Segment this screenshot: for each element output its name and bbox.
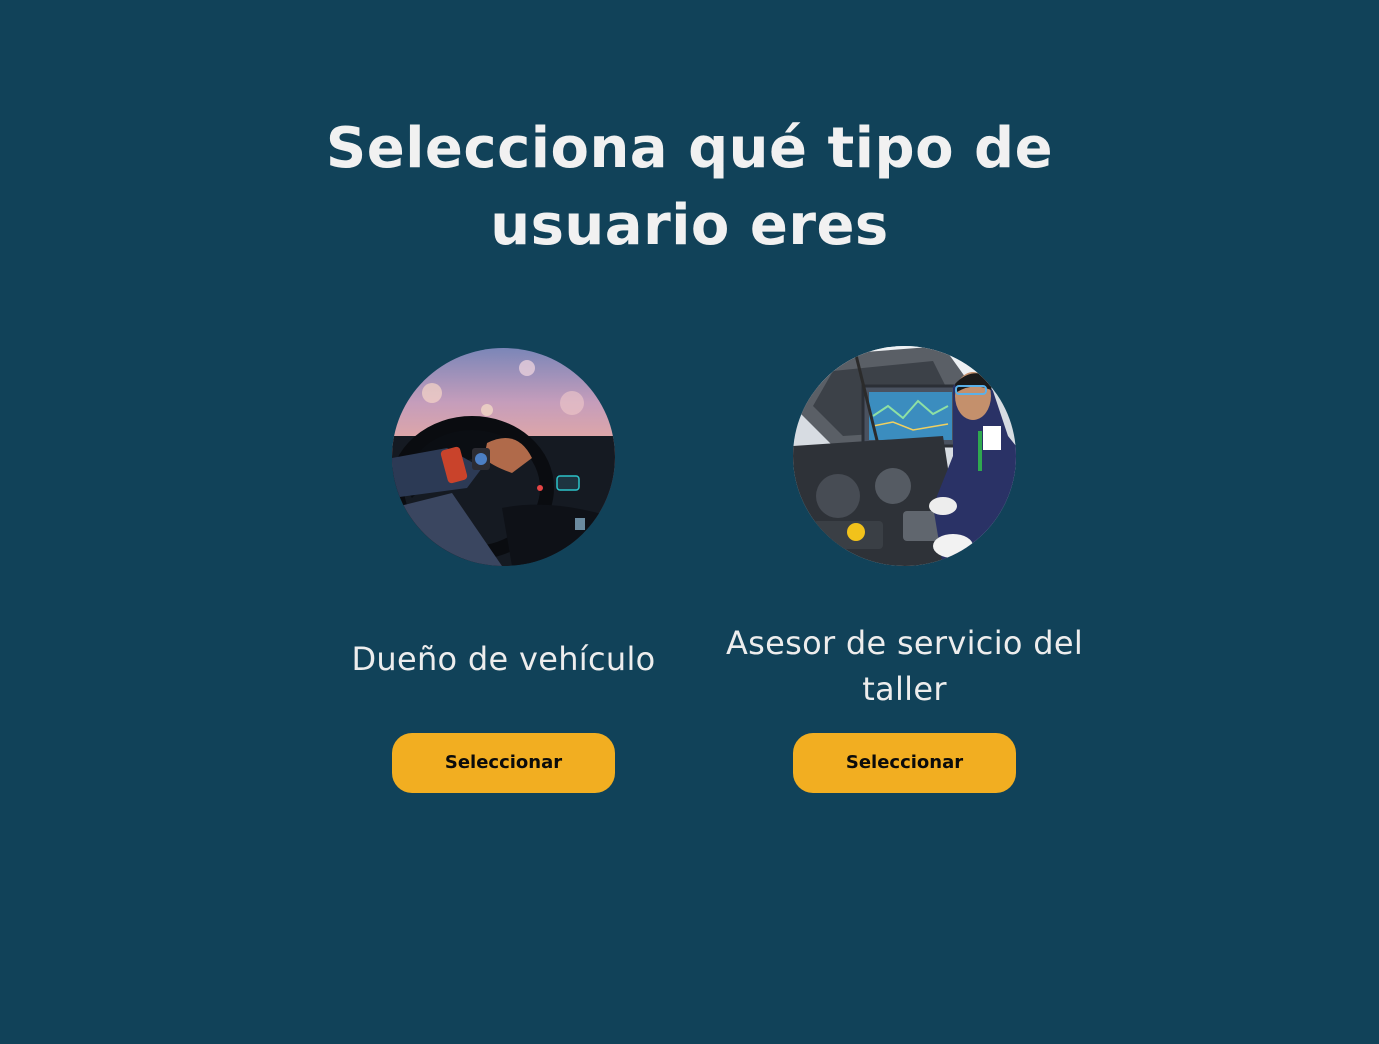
- service-advisor-photo: [793, 346, 1016, 566]
- user-type-page: Selecciona qué tipo de usuario eres Dueñ…: [0, 0, 1379, 1044]
- select-service-advisor-button[interactable]: Seleccionar: [793, 733, 1016, 793]
- mechanic-workshop-photo: [793, 346, 1016, 566]
- page-title: Selecciona qué tipo de usuario eres: [325, 116, 1054, 258]
- option-label-service-advisor: Asesor de servicio del taller: [725, 624, 1084, 708]
- car-driver-photo: [392, 348, 615, 566]
- vehicle-owner-photo: [392, 348, 615, 566]
- option-label-vehicle-owner: Dueño de vehículo: [351, 640, 656, 678]
- select-vehicle-owner-button[interactable]: Seleccionar: [392, 733, 615, 793]
